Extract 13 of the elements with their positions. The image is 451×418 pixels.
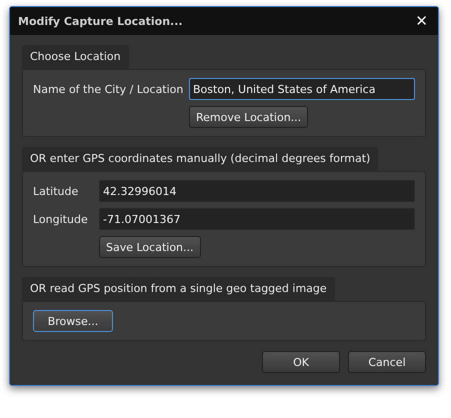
field-label: Latitude	[33, 184, 80, 198]
dialog-button[interactable]: OK	[262, 351, 340, 373]
close-button[interactable]: ✕	[413, 12, 430, 30]
coordinate-input-field[interactable]: 42.32996014	[99, 180, 415, 202]
dialog-button[interactable]: Cancel	[348, 351, 426, 373]
field-label: Longitude	[33, 212, 89, 226]
browse-button[interactable]: Browse...	[33, 310, 113, 332]
field-label: Name of the City / Location	[33, 82, 184, 96]
save-location-button[interactable]: Save Location...	[99, 236, 201, 258]
city-input-field[interactable]: Boston, United States of America	[189, 78, 415, 100]
window-title: Modify Capture Location...	[18, 14, 183, 28]
remove-location-button[interactable]: Remove Location...	[189, 106, 308, 128]
coordinate-input-field[interactable]: -71.07001367	[99, 208, 415, 230]
